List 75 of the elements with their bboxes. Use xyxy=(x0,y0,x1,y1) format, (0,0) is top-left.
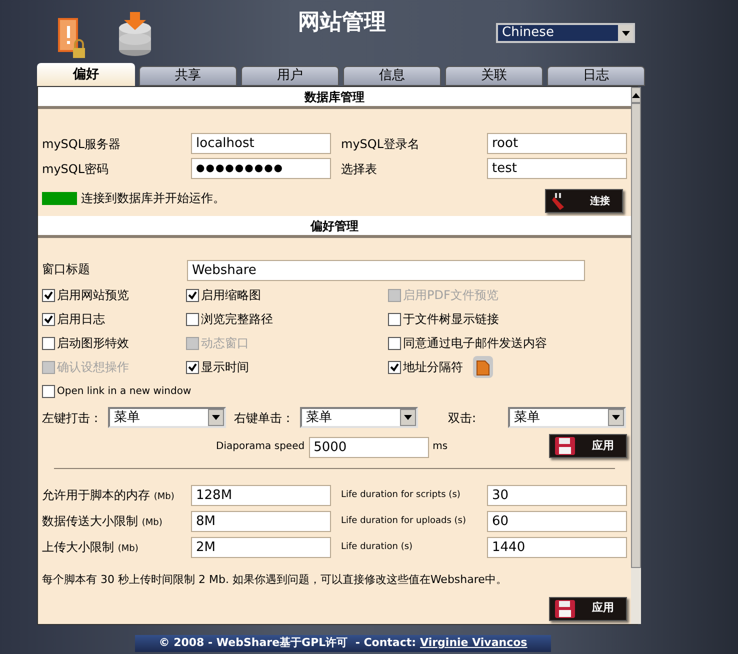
input-field[interactable]: localhost xyxy=(191,133,331,154)
checkbox[interactable] xyxy=(42,336,55,350)
apply-button[interactable]: 应用 xyxy=(549,596,627,620)
checkbox-label: Open link in a new window xyxy=(57,384,192,398)
tab[interactable]: 用户 xyxy=(241,66,339,86)
input-field[interactable]: 1440 xyxy=(487,537,627,558)
checkbox[interactable] xyxy=(186,288,199,302)
checkbox-label: 显示时间 xyxy=(201,359,249,376)
input-field[interactable]: 30 xyxy=(487,485,627,506)
dropdown[interactable]: 菜单 xyxy=(300,407,418,428)
input-field[interactable]: 128M xyxy=(191,485,331,506)
checkbox-label: 启用日志 xyxy=(57,311,105,328)
input-field[interactable]: root xyxy=(487,133,627,154)
tab[interactable]: 日志 xyxy=(547,66,645,86)
unit-label: ms xyxy=(432,440,448,454)
field-label: Life duration (s) xyxy=(341,540,414,554)
field-label: mySQL服务器 xyxy=(42,136,122,153)
checkbox[interactable] xyxy=(388,312,401,326)
checkbox-label: 浏览完整路径 xyxy=(201,311,273,328)
tab[interactable]: 信息 xyxy=(343,66,441,86)
tab[interactable]: 偏好 xyxy=(37,63,135,86)
dropdown[interactable]: 菜单 xyxy=(108,407,226,428)
field-label: Diaporama speed xyxy=(216,440,305,454)
input-field[interactable]: Webshare xyxy=(187,260,585,281)
language-select[interactable]: Chinese xyxy=(496,23,635,43)
field-label: 上传大小限制 (Mb) xyxy=(42,539,140,556)
folder-icon[interactable] xyxy=(473,356,493,378)
field-label: 数据传送大小限制 (Mb) xyxy=(42,513,164,530)
contact-link[interactable]: Virginie Vivancos xyxy=(420,635,528,652)
tab[interactable]: 共享 xyxy=(139,66,237,86)
apply-button[interactable]: 应用 xyxy=(549,434,627,458)
copyright-text: © 2008 - WebShare基于GPL许可 - Contact: xyxy=(158,635,416,652)
folder-lock-icon[interactable] xyxy=(55,16,87,60)
checkbox[interactable] xyxy=(42,288,55,302)
checkbox[interactable] xyxy=(42,384,55,398)
input-field[interactable]: 5000 xyxy=(308,437,429,458)
note-text: 每个脚本有 30 秒上传时间限制 2 Mb. 如果你遇到问题，可以直接修改这些值在Webshare中。 xyxy=(41,572,508,588)
checkbox-label: 启动图形特效 xyxy=(57,335,129,352)
connect-button[interactable]: 连接 xyxy=(545,189,623,213)
field-label: Life duration for scripts (s) xyxy=(341,488,462,502)
checkbox[interactable] xyxy=(42,312,55,326)
checkbox-label: 启用PDF文件预览 xyxy=(403,287,498,304)
field-label: 双击: xyxy=(448,410,478,426)
checkbox[interactable] xyxy=(388,360,401,374)
checkbox-label: 于文件树显示链接 xyxy=(403,311,499,328)
input-field[interactable]: 60 xyxy=(487,511,627,532)
scroll-up-icon[interactable] xyxy=(631,87,641,103)
field-label: 允许用于脚本的内存 (Mb) xyxy=(42,487,176,504)
field-label: 窗口标题 xyxy=(42,261,91,278)
input-field[interactable]: 2M xyxy=(191,537,331,558)
field-label: 右键单击： xyxy=(234,410,295,426)
input-field[interactable]: 8M xyxy=(191,511,331,532)
field-label: Life duration for uploads (s) xyxy=(341,514,467,528)
field-label: 左键打击： xyxy=(42,410,103,426)
checkbox-label: 同意通过电子邮件发送内容 xyxy=(403,335,547,352)
password-field[interactable]: ●●●●●●●●● xyxy=(191,158,331,179)
page-title: 网站管理 xyxy=(298,8,386,37)
status-text: 连接到数据库并开始运作。 xyxy=(81,190,225,207)
input-field[interactable]: test xyxy=(487,158,627,179)
checkbox[interactable] xyxy=(186,312,199,326)
checkbox[interactable] xyxy=(388,336,401,350)
checkbox[interactable] xyxy=(186,360,199,374)
section-header: 数据库管理 xyxy=(38,87,631,109)
field-label: 选择表 xyxy=(341,161,378,178)
section-header: 偏好管理 xyxy=(38,216,631,238)
tab[interactable]: 关联 xyxy=(445,66,543,86)
field-label: mySQL登录名 xyxy=(341,136,421,153)
checkbox-label: 地址分隔符 xyxy=(403,359,463,376)
field-label: mySQL密码 xyxy=(42,161,110,178)
checkbox-label: 动态窗口 xyxy=(201,335,249,352)
checkbox-label: 启用网站预览 xyxy=(57,287,129,304)
checkbox-label: 确认设想操作 xyxy=(57,359,129,376)
dropdown[interactable]: 菜单 xyxy=(508,407,626,428)
database-download-icon[interactable] xyxy=(117,12,153,58)
checkbox-label: 启用缩略图 xyxy=(201,287,261,304)
